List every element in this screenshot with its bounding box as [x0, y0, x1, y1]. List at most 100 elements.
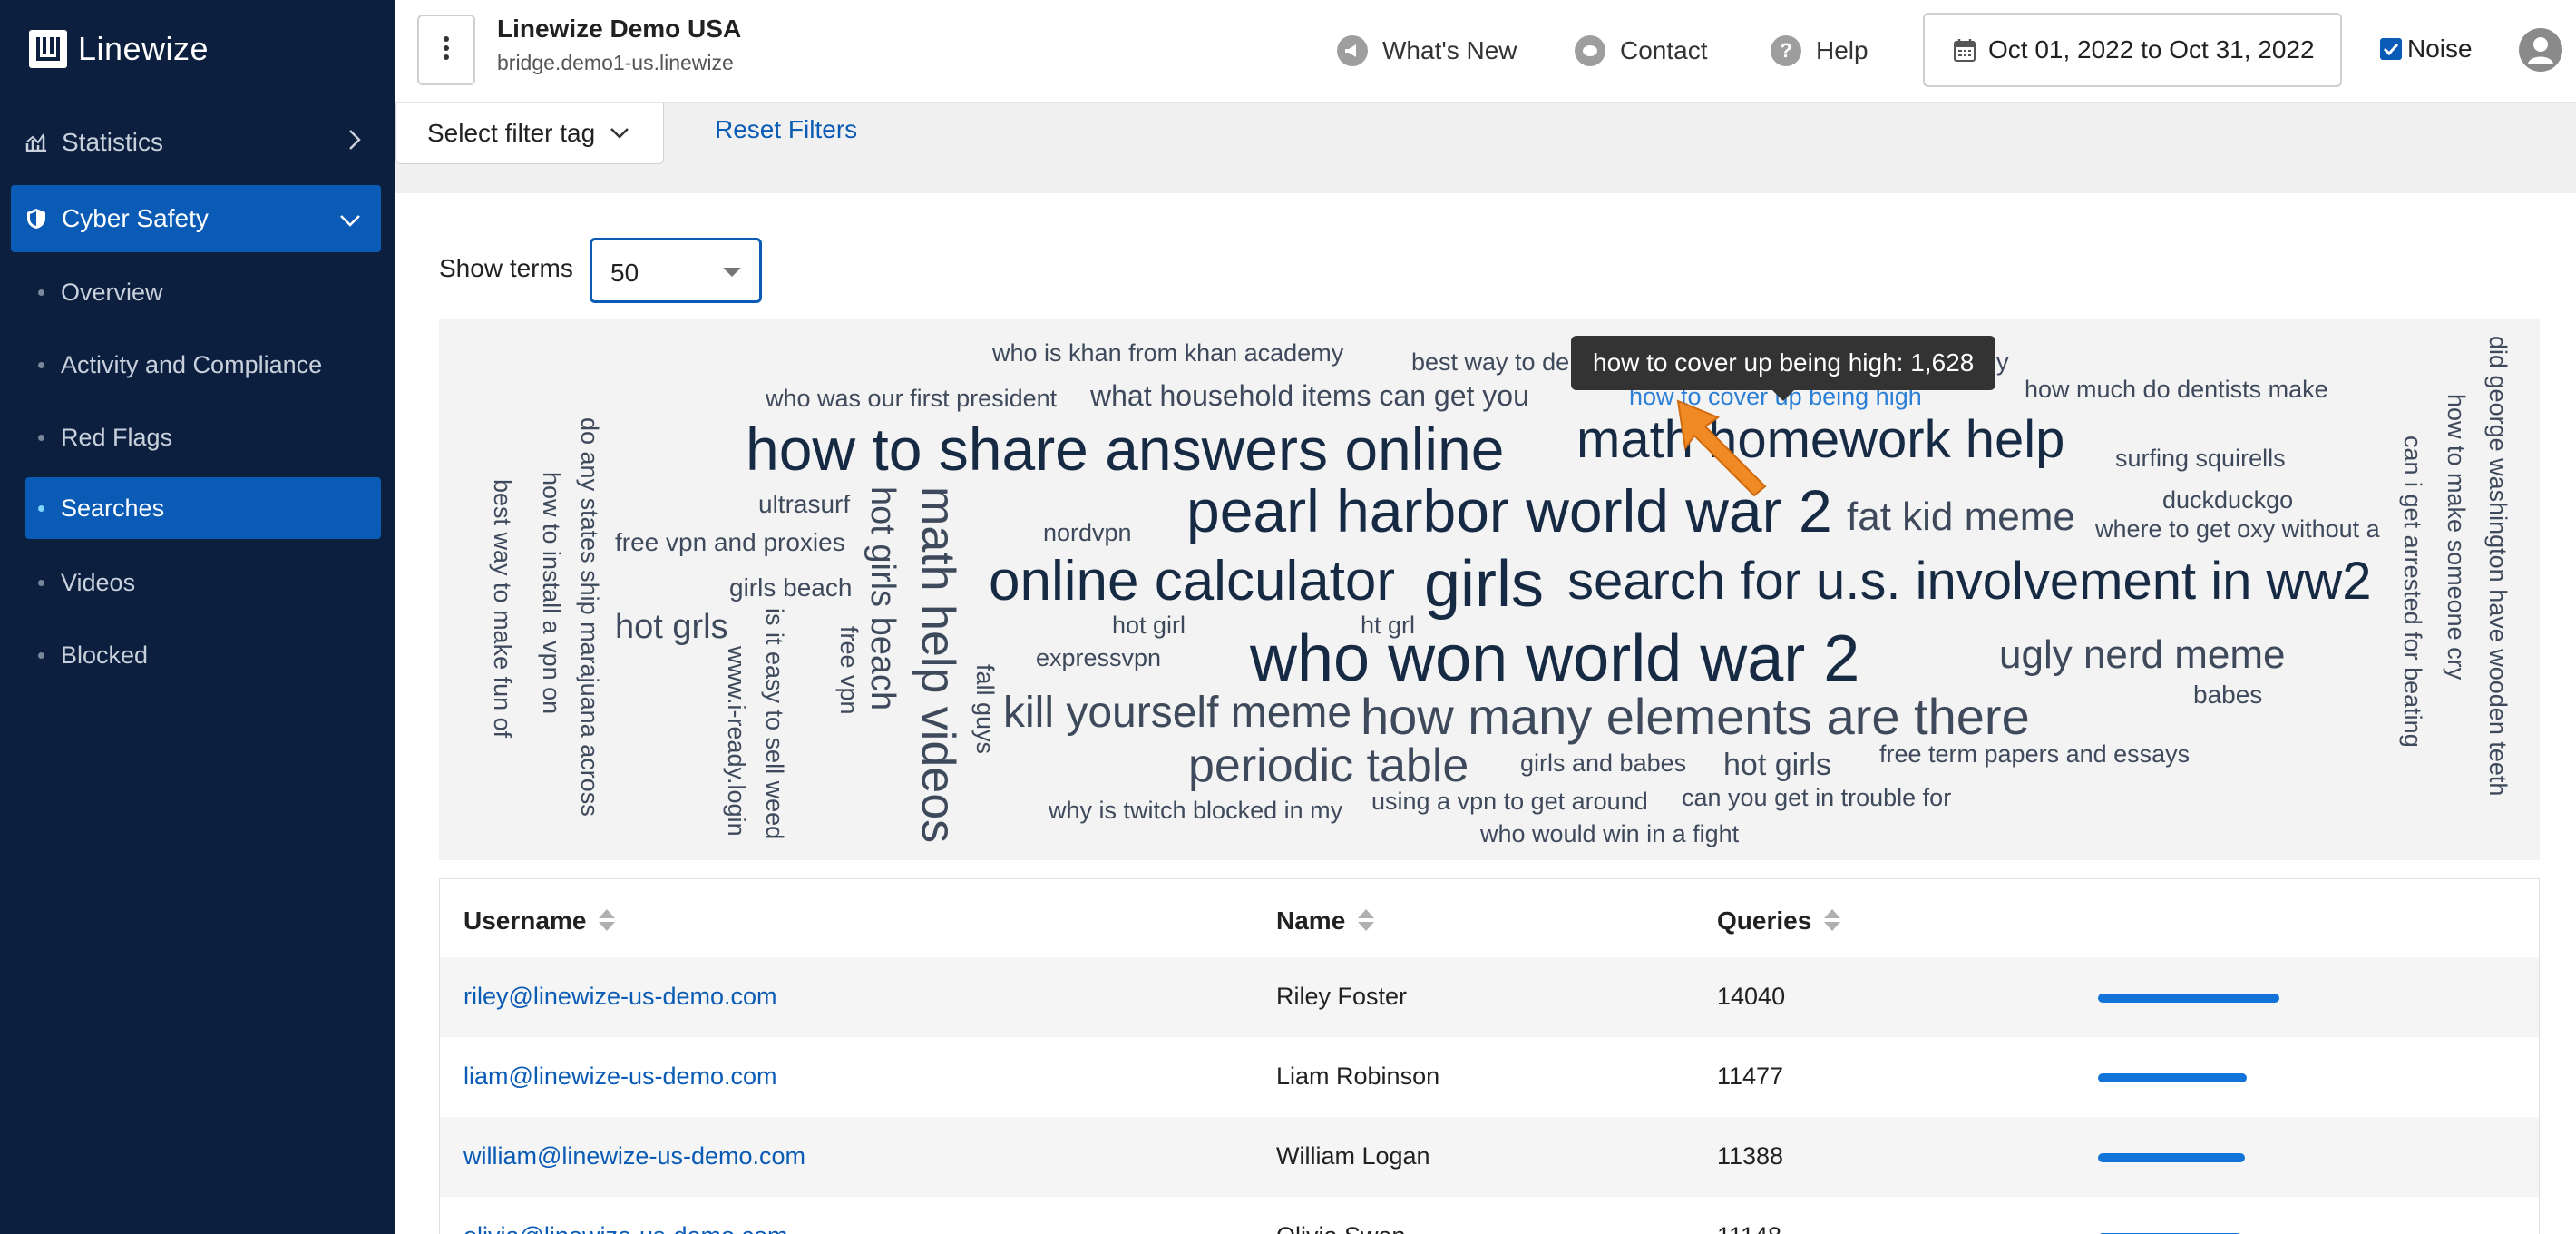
bullet-icon	[38, 504, 44, 512]
cloud-term[interactable]: who won world war 2	[1250, 626, 1859, 691]
sidebar-item-videos[interactable]: Videos	[25, 552, 381, 613]
column-header-name[interactable]: Name	[1276, 906, 1375, 935]
date-range-picker[interactable]: Oct 01, 2022 to Oct 31, 2022	[1923, 13, 2342, 87]
cloud-term[interactable]: fat kid meme	[1847, 497, 2075, 537]
noise-toggle[interactable]: Noise	[2380, 34, 2473, 64]
cloud-term[interactable]: girls	[1424, 552, 1544, 617]
user-name: William Logan	[1276, 1142, 1430, 1170]
sidebar-item-searches[interactable]: Searches	[25, 477, 381, 539]
chart-icon	[25, 132, 47, 153]
user-name: Riley Foster	[1276, 983, 1408, 1010]
cloud-term[interactable]: fall guys	[971, 664, 999, 754]
cloud-term[interactable]: math help videos	[912, 486, 964, 843]
cloud-term[interactable]: who is khan from khan academy	[992, 341, 1343, 366]
cloud-term[interactable]: free vpn	[835, 626, 863, 715]
cloud-term[interactable]: free term papers and essays	[1879, 742, 2190, 767]
cloud-term[interactable]: nordvpn	[1043, 521, 1132, 545]
cloud-term[interactable]: hot girls beach	[864, 486, 902, 710]
cloud-term[interactable]: why is twitch blocked in my	[1049, 798, 1342, 823]
column-header-queries[interactable]: Queries	[1717, 906, 1841, 935]
cloud-term[interactable]: best way to make fun of	[489, 479, 516, 738]
sidebar-item-label: Searches	[61, 494, 165, 522]
cloud-term[interactable]: can i get arrested for beating	[2399, 436, 2426, 748]
cloud-term[interactable]: how to install a vpn on	[538, 472, 565, 714]
cloud-term[interactable]: how many elements are there	[1361, 691, 2030, 742]
cloud-term[interactable]: ugly nerd meme	[1999, 635, 2285, 675]
cloud-term[interactable]: how much do dentists make	[2025, 377, 2328, 402]
cursor-arrow-icon	[1674, 399, 1774, 499]
cloud-term[interactable]: search for u.s. involvement in ww2	[1567, 555, 2371, 608]
table-row[interactable]: liam@linewize-us-demo.com Liam Robinson …	[440, 1037, 2539, 1117]
cloud-term[interactable]: hot grls	[615, 610, 728, 644]
sidebar-item-label: Blocked	[61, 641, 149, 669]
user-avatar-icon[interactable]	[2518, 27, 2563, 73]
query-count: 11148	[1717, 1222, 1781, 1234]
top-header: Linewize Demo USA bridge.demo1-us.linewi…	[395, 0, 2576, 103]
checkbox-checked-icon[interactable]	[2380, 38, 2402, 60]
megaphone-icon	[1337, 35, 1368, 66]
show-terms-select[interactable]: 50	[590, 238, 762, 303]
cloud-term[interactable]: girls beach	[729, 575, 852, 601]
table-header: Username Name Queries	[440, 879, 2539, 958]
sidebar-item-activity-and-compliance[interactable]: Activity and Compliance	[25, 334, 381, 396]
table-row[interactable]: riley@linewize-us-demo.com Riley Foster …	[440, 957, 2539, 1037]
cloud-term[interactable]: who would win in a fight	[1480, 822, 1739, 847]
query-count: 11388	[1717, 1142, 1784, 1170]
sidebar-item-overview[interactable]: Overview	[25, 261, 381, 323]
linewize-logo[interactable]: Linewize	[29, 29, 209, 69]
sort-icon[interactable]	[599, 909, 616, 933]
cloud-term[interactable]: www.i-ready.login	[723, 646, 750, 837]
cloud-term[interactable]: how to share answers online	[746, 419, 1504, 479]
help-link[interactable]: ? Help	[1771, 33, 1869, 69]
cloud-term[interactable]: kill yourself meme	[1003, 691, 1351, 735]
reset-filters-link[interactable]: Reset Filters	[715, 115, 857, 144]
cloud-term[interactable]: babes	[2193, 682, 2262, 708]
cloud-term[interactable]: is it easy to sell weed	[761, 608, 788, 839]
cloud-term[interactable]: online calculator	[989, 553, 1395, 610]
cloud-term[interactable]: what household items can get you	[1090, 381, 1529, 410]
cloud-term[interactable]: who was our first president	[766, 387, 1057, 411]
cloud-term[interactable]: how to make someone cry	[2443, 394, 2470, 680]
query-bar	[2098, 994, 2279, 1003]
cloud-term[interactable]: girls and babes	[1520, 751, 1686, 776]
table-row[interactable]: william@linewize-us-demo.com William Log…	[440, 1117, 2539, 1197]
username-link[interactable]: riley@linewize-us-demo.com	[463, 983, 777, 1011]
chevron-down-icon	[339, 204, 361, 233]
column-header-username[interactable]: Username	[463, 906, 616, 935]
cloud-term[interactable]: math homework help	[1576, 414, 2064, 466]
cloud-term[interactable]: where to get oxy without a	[2095, 517, 2380, 542]
help-label: Help	[1816, 36, 1869, 64]
cloud-term[interactable]: expressvpn	[1036, 646, 1161, 671]
cloud-term[interactable]: did george washington have wooden teeth	[2484, 336, 2512, 796]
cloud-term[interactable]: can you get in trouble for	[1682, 786, 1951, 810]
cloud-term[interactable]: ultrasurf	[758, 492, 850, 517]
username-link[interactable]: olivia@linewize-us-demo.com	[463, 1222, 788, 1234]
whats-new-link[interactable]: What's New	[1337, 33, 1517, 69]
select-filter-tag-button[interactable]: Select filter tag	[395, 103, 664, 164]
username-link[interactable]: liam@linewize-us-demo.com	[463, 1063, 777, 1091]
cloud-term[interactable]: periodic table	[1188, 742, 1469, 789]
sidebar-item-red-flags[interactable]: Red Flags	[25, 406, 381, 468]
site-subtitle: bridge.demo1-us.linewize	[497, 51, 734, 74]
cloud-term[interactable]: hot girl	[1112, 613, 1186, 638]
query-bar-fill	[2098, 1153, 2245, 1162]
sidebar-item-cyber-safety[interactable]: Cyber Safety	[11, 185, 381, 252]
cloud-term[interactable]: hot girls	[1723, 749, 1831, 780]
contact-link[interactable]: Contact	[1575, 33, 1708, 69]
cloud-term[interactable]: best way to de	[1411, 350, 1569, 375]
cloud-term[interactable]: free vpn and proxies	[615, 530, 845, 555]
cloud-term[interactable]: using a vpn to get around	[1371, 789, 1648, 814]
sort-icon[interactable]	[1358, 909, 1375, 933]
sidebar-item-label: Overview	[61, 278, 163, 306]
menu-button[interactable]	[417, 15, 475, 85]
sidebar-item-blocked[interactable]: Blocked	[25, 624, 381, 686]
username-link[interactable]: william@linewize-us-demo.com	[463, 1142, 805, 1170]
cloud-term[interactable]: surfing squirells	[2115, 446, 2286, 471]
sidebar-item-label: Cyber Safety	[62, 204, 209, 232]
sort-icon[interactable]	[1824, 909, 1841, 933]
show-terms-label: Show terms	[439, 254, 573, 282]
cloud-term[interactable]: do any states ship marajuana across	[576, 417, 603, 817]
table-row[interactable]: olivia@linewize-us-demo.com Olivia Swan …	[440, 1197, 2539, 1234]
sidebar-item-statistics[interactable]: Statistics	[11, 109, 381, 176]
cloud-term[interactable]: duckduckgo	[2162, 488, 2293, 513]
